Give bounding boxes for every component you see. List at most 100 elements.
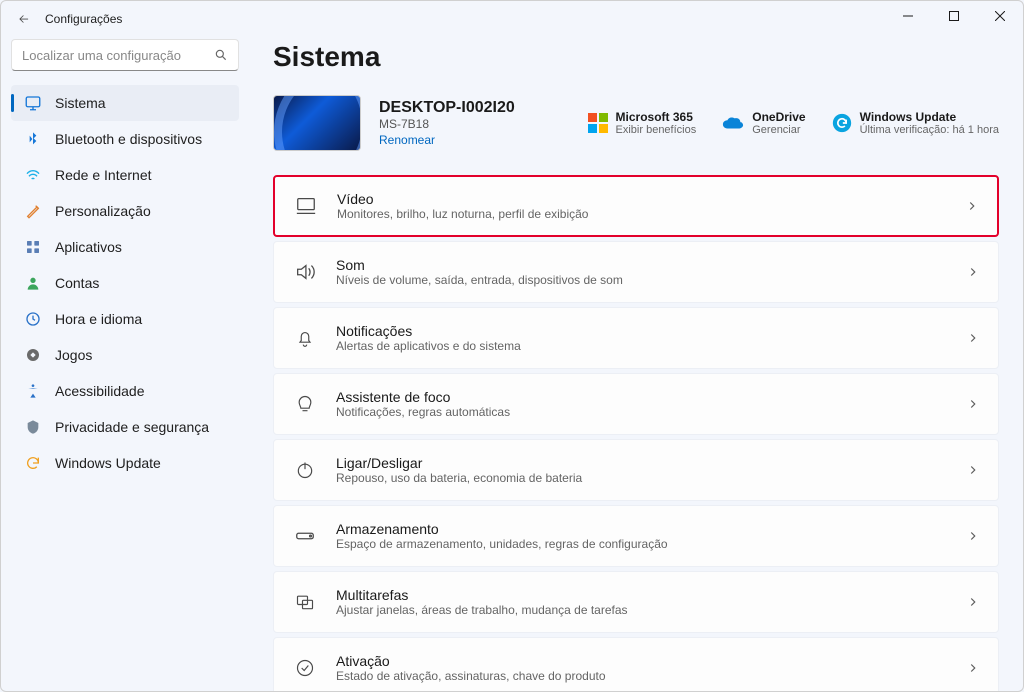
chevron-right-icon <box>966 331 980 345</box>
setting-title: Ativação <box>336 653 966 669</box>
setting-sub: Estado de ativação, assinaturas, chave d… <box>336 669 966 683</box>
onedrive-sub: Gerenciar <box>752 124 805 136</box>
m365-title: Microsoft 365 <box>616 110 697 124</box>
m365-sub: Exibir benefícios <box>616 124 697 136</box>
system-icon <box>23 93 43 113</box>
update-icon <box>23 453 43 473</box>
setting-armazenamento[interactable]: ArmazenamentoEspaço de armazenamento, un… <box>273 505 999 567</box>
setting-title: Som <box>336 257 966 273</box>
nav-label: Contas <box>55 275 99 291</box>
focus-icon <box>292 391 318 417</box>
minimize-button[interactable] <box>885 1 931 31</box>
nav-label: Bluetooth e dispositivos <box>55 131 202 147</box>
multitask-icon <box>292 589 318 615</box>
power-icon <box>292 457 318 483</box>
nav-label: Windows Update <box>55 455 161 471</box>
display-icon <box>293 193 319 219</box>
onedrive-title: OneDrive <box>752 110 805 124</box>
m365-icon <box>588 113 608 133</box>
storage-icon <box>292 523 318 549</box>
setting-title: Notificações <box>336 323 966 339</box>
chevron-right-icon <box>966 397 980 411</box>
setting-som[interactable]: SomNíveis de volume, saída, entrada, dis… <box>273 241 999 303</box>
update-status-icon <box>832 113 852 133</box>
setting-sub: Monitores, brilho, luz noturna, perfil d… <box>337 207 965 221</box>
device-thumbnail[interactable] <box>273 95 361 151</box>
network-icon <box>23 165 43 185</box>
status-onedrive[interactable]: OneDriveGerenciar <box>722 110 805 136</box>
chevron-right-icon <box>966 661 980 675</box>
nav-label: Personalização <box>55 203 151 219</box>
chevron-right-icon <box>966 463 980 477</box>
nav-label: Acessibilidade <box>55 383 145 399</box>
activation-icon <box>292 655 318 681</box>
onedrive-icon <box>722 115 744 131</box>
setting-video[interactable]: VídeoMonitores, brilho, luz noturna, per… <box>273 175 999 237</box>
accounts-icon <box>23 273 43 293</box>
status-microsoft365[interactable]: Microsoft 365Exibir benefícios <box>588 110 697 136</box>
bluetooth-icon <box>23 129 43 149</box>
setting-ativacao[interactable]: AtivaçãoEstado de ativação, assinaturas,… <box>273 637 999 691</box>
setting-sub: Alertas de aplicativos e do sistema <box>336 339 966 353</box>
setting-sub: Ajustar janelas, áreas de trabalho, muda… <box>336 603 966 617</box>
search-box[interactable] <box>11 39 239 71</box>
nav-label: Sistema <box>55 95 106 111</box>
setting-title: Multitarefas <box>336 587 966 603</box>
time-icon <box>23 309 43 329</box>
setting-notificacoes[interactable]: NotificaçõesAlertas de aplicativos e do … <box>273 307 999 369</box>
maximize-button[interactable] <box>931 1 977 31</box>
setting-foco[interactable]: Assistente de focoNotificações, regras a… <box>273 373 999 435</box>
page-title: Sistema <box>273 41 999 73</box>
window-title: Configurações <box>45 12 122 26</box>
sidebar: Sistema Bluetooth e dispositivos Rede e … <box>1 37 249 691</box>
nav-bluetooth[interactable]: Bluetooth e dispositivos <box>11 121 239 157</box>
search-input[interactable] <box>22 48 214 63</box>
rename-link[interactable]: Renomear <box>379 133 515 147</box>
nav-label: Rede e Internet <box>55 167 152 183</box>
setting-sub: Espaço de armazenamento, unidades, regra… <box>336 537 966 551</box>
setting-sub: Repouso, uso da bateria, economia de bat… <box>336 471 966 485</box>
device-name: DESKTOP-I002I20 <box>379 99 515 117</box>
setting-multitarefas[interactable]: MultitarefasAjustar janelas, áreas de tr… <box>273 571 999 633</box>
setting-title: Ligar/Desligar <box>336 455 966 471</box>
nav-personalizacao[interactable]: Personalização <box>11 193 239 229</box>
nav-sistema[interactable]: Sistema <box>11 85 239 121</box>
status-windows-update[interactable]: Windows UpdateÚltima verificação: há 1 h… <box>832 110 999 136</box>
device-model: MS-7B18 <box>379 117 515 131</box>
nav-label: Aplicativos <box>55 239 122 255</box>
bell-icon <box>292 325 318 351</box>
nav-acessibilidade[interactable]: Acessibilidade <box>11 373 239 409</box>
apps-icon <box>23 237 43 257</box>
update-sub: Última verificação: há 1 hora <box>860 124 999 136</box>
setting-sub: Níveis de volume, saída, entrada, dispos… <box>336 273 966 287</box>
setting-energia[interactable]: Ligar/DesligarRepouso, uso da bateria, e… <box>273 439 999 501</box>
search-icon <box>214 48 228 62</box>
nav-label: Jogos <box>55 347 92 363</box>
chevron-right-icon <box>966 265 980 279</box>
gaming-icon <box>23 345 43 365</box>
nav-label: Hora e idioma <box>55 311 142 327</box>
nav-windows-update[interactable]: Windows Update <box>11 445 239 481</box>
nav-hora[interactable]: Hora e idioma <box>11 301 239 337</box>
chevron-right-icon <box>965 199 979 213</box>
close-button[interactable] <box>977 1 1023 31</box>
privacy-icon <box>23 417 43 437</box>
nav-aplicativos[interactable]: Aplicativos <box>11 229 239 265</box>
accessibility-icon <box>23 381 43 401</box>
setting-sub: Notificações, regras automáticas <box>336 405 966 419</box>
sound-icon <box>292 259 318 285</box>
chevron-right-icon <box>966 595 980 609</box>
setting-title: Vídeo <box>337 191 965 207</box>
chevron-right-icon <box>966 529 980 543</box>
nav-contas[interactable]: Contas <box>11 265 239 301</box>
setting-title: Armazenamento <box>336 521 966 537</box>
setting-title: Assistente de foco <box>336 389 966 405</box>
personalization-icon <box>23 201 43 221</box>
nav-rede[interactable]: Rede e Internet <box>11 157 239 193</box>
nav-privacidade[interactable]: Privacidade e segurança <box>11 409 239 445</box>
back-button[interactable] <box>9 4 39 34</box>
main-content: Sistema DESKTOP-I002I20 MS-7B18 Renomear… <box>249 37 1023 691</box>
nav-label: Privacidade e segurança <box>55 419 209 435</box>
update-title: Windows Update <box>860 110 999 124</box>
nav-jogos[interactable]: Jogos <box>11 337 239 373</box>
